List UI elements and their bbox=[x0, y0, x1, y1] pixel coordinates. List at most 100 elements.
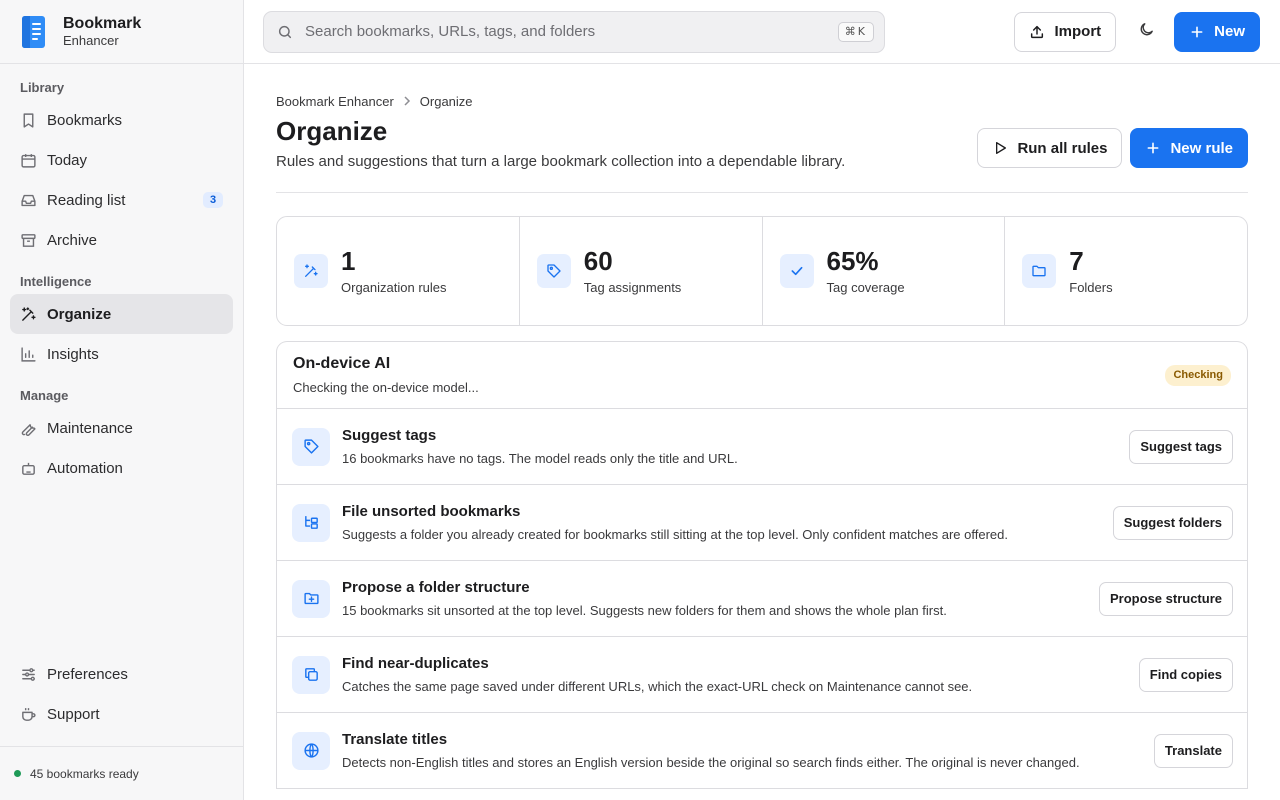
new-rule-label: New rule bbox=[1170, 139, 1233, 157]
plus-icon bbox=[1189, 24, 1205, 40]
sidebar-item-archive[interactable]: Archive bbox=[10, 220, 233, 260]
translate-button[interactable]: Translate bbox=[1153, 733, 1233, 768]
action-title: File unsorted bookmarks bbox=[342, 503, 521, 521]
import-button[interactable]: Import bbox=[1014, 11, 1117, 52]
propose-structure-button[interactable]: Propose structure bbox=[1099, 581, 1233, 616]
action-title: Translate titles bbox=[342, 731, 448, 749]
section-library: Library bbox=[20, 79, 65, 95]
sidebar-item-label: Archive bbox=[47, 231, 98, 249]
bar-chart-icon bbox=[20, 346, 37, 363]
globe-icon bbox=[292, 731, 330, 770]
copy-icon bbox=[292, 655, 330, 694]
stats-card: 1 Organization rules 60 Tag assignments … bbox=[276, 216, 1248, 327]
new-rule-button[interactable]: New rule bbox=[1130, 128, 1248, 168]
tag-icon bbox=[292, 427, 330, 466]
action-description: Detects non-English titles and stores an… bbox=[342, 755, 1080, 771]
sidebar-item-organize[interactable]: Organize bbox=[10, 294, 233, 334]
magic-wand-icon bbox=[20, 306, 37, 323]
tag-icon bbox=[536, 254, 571, 289]
archive-icon bbox=[20, 232, 37, 249]
sidebar-item-label: Automation bbox=[47, 459, 123, 477]
stat-label: Tag coverage bbox=[826, 279, 905, 295]
find-copies-button[interactable]: Find copies bbox=[1138, 657, 1233, 692]
new-button[interactable]: New bbox=[1174, 11, 1260, 52]
plus-icon bbox=[1145, 140, 1161, 156]
app-subtitle: Enhancer bbox=[63, 32, 119, 48]
sidebar: Bookmark Enhancer Library Bookmarks Toda… bbox=[0, 0, 244, 800]
upload-icon bbox=[1029, 24, 1045, 40]
ai-panel-header: On-device AI Checking the on-device mode… bbox=[277, 342, 1247, 410]
coffee-cup-icon bbox=[20, 706, 37, 723]
stat-folders: 7 Folders bbox=[1005, 217, 1247, 325]
sidebar-item-preferences[interactable]: Preferences bbox=[10, 654, 233, 694]
breadcrumb: Bookmark Enhancer Organize bbox=[276, 93, 1248, 109]
calendar-icon bbox=[20, 152, 37, 169]
stat-value: 7 bbox=[1069, 245, 1084, 276]
check-icon bbox=[779, 254, 814, 289]
sidebar-item-bookmarks[interactable]: Bookmarks bbox=[10, 100, 233, 140]
stat-tag-assignments: 60 Tag assignments bbox=[520, 217, 763, 326]
list-item: Suggest tags 16 bookmarks have no tags. … bbox=[277, 409, 1247, 486]
import-button-label: Import bbox=[1054, 23, 1102, 40]
moon-icon bbox=[1138, 21, 1155, 43]
list-item: Find near-duplicates Catches the same pa… bbox=[277, 637, 1247, 714]
suggest-folders-button[interactable]: Suggest folders bbox=[1112, 505, 1233, 540]
action-title: Find near-duplicates bbox=[342, 655, 489, 673]
list-item: Translate titles Detects non-English tit… bbox=[277, 713, 1247, 790]
stat-value: 1 bbox=[341, 245, 356, 276]
action-description: 16 bookmarks have no tags. The model rea… bbox=[342, 451, 738, 467]
list-item: Propose a folder structure 15 bookmarks … bbox=[277, 561, 1247, 638]
action-description: 15 bookmarks sit unsorted at the top lev… bbox=[342, 603, 947, 619]
sidebar-item-label: Maintenance bbox=[47, 419, 133, 437]
search-box[interactable]: ⌘K bbox=[263, 10, 885, 53]
sidebar-item-label: Organize bbox=[47, 305, 112, 323]
app-logo-icon bbox=[22, 15, 45, 48]
run-all-rules-button[interactable]: Run all rules bbox=[977, 128, 1123, 168]
action-title: Suggest tags bbox=[342, 427, 437, 445]
sidebar-item-insights[interactable]: Insights bbox=[10, 334, 233, 374]
organize-page: Bookmark Enhancer Organize Organize Rule… bbox=[244, 64, 1280, 790]
brand[interactable]: Bookmark Enhancer bbox=[0, 0, 243, 64]
reading-list-count-badge: 3 bbox=[203, 192, 223, 208]
app-window: Bookmark Enhancer Library Bookmarks Toda… bbox=[0, 0, 1280, 800]
page-subtitle: Rules and suggestions that turn a large … bbox=[276, 153, 846, 171]
play-icon bbox=[992, 140, 1008, 156]
sliders-icon bbox=[20, 666, 37, 683]
search-shortcut-hint: ⌘K bbox=[837, 21, 874, 42]
sidebar-item-label: Support bbox=[47, 705, 100, 723]
search-icon bbox=[277, 24, 293, 40]
sidebar-item-label: Preferences bbox=[47, 665, 128, 683]
sidebar-item-support[interactable]: Support bbox=[10, 694, 233, 734]
search-input[interactable] bbox=[305, 23, 838, 40]
app-name: Bookmark bbox=[63, 14, 142, 32]
stat-value: 65% bbox=[826, 245, 879, 276]
on-device-ai-panel: On-device AI Checking the on-device mode… bbox=[276, 341, 1248, 790]
status-badge: Checking bbox=[1165, 364, 1231, 386]
breadcrumb-root[interactable]: Bookmark Enhancer bbox=[276, 94, 394, 109]
theme-toggle-button[interactable] bbox=[1126, 12, 1166, 52]
sidebar-item-label: Bookmarks bbox=[47, 111, 123, 129]
sidebar-nav: Library Bookmarks Today Reading list 3 A… bbox=[0, 64, 243, 488]
sidebar-item-reading-list[interactable]: Reading list 3 bbox=[10, 180, 233, 220]
action-description: Suggests a folder you already created fo… bbox=[342, 527, 1009, 543]
sidebar-item-automation[interactable]: Automation bbox=[10, 448, 233, 488]
sidebar-item-maintenance[interactable]: Maintenance bbox=[10, 408, 233, 448]
stat-label: Folders bbox=[1069, 279, 1113, 295]
breadcrumb-current: Organize bbox=[419, 93, 473, 109]
sidebar-item-label: Reading list bbox=[47, 191, 126, 209]
section-intelligence: Intelligence bbox=[20, 273, 92, 289]
magic-wand-icon bbox=[294, 254, 328, 289]
new-button-label: New bbox=[1214, 23, 1245, 40]
list-item: File unsorted bookmarks Suggests a folde… bbox=[277, 485, 1247, 562]
stat-value: 60 bbox=[583, 245, 613, 276]
main-area: ⌘K Import New Bookmark Enhancer bbox=[244, 0, 1280, 800]
library-status-text: 45 bookmarks ready bbox=[30, 766, 139, 781]
stat-label: Tag assignments bbox=[583, 279, 682, 295]
section-manage: Manage bbox=[20, 387, 69, 403]
wrench-icon bbox=[20, 420, 37, 437]
chevron-right-icon bbox=[403, 96, 411, 106]
sidebar-item-today[interactable]: Today bbox=[10, 140, 233, 180]
bookmark-icon bbox=[20, 112, 37, 129]
suggest-tags-button[interactable]: Suggest tags bbox=[1129, 429, 1233, 464]
library-status: 45 bookmarks ready bbox=[0, 746, 243, 800]
